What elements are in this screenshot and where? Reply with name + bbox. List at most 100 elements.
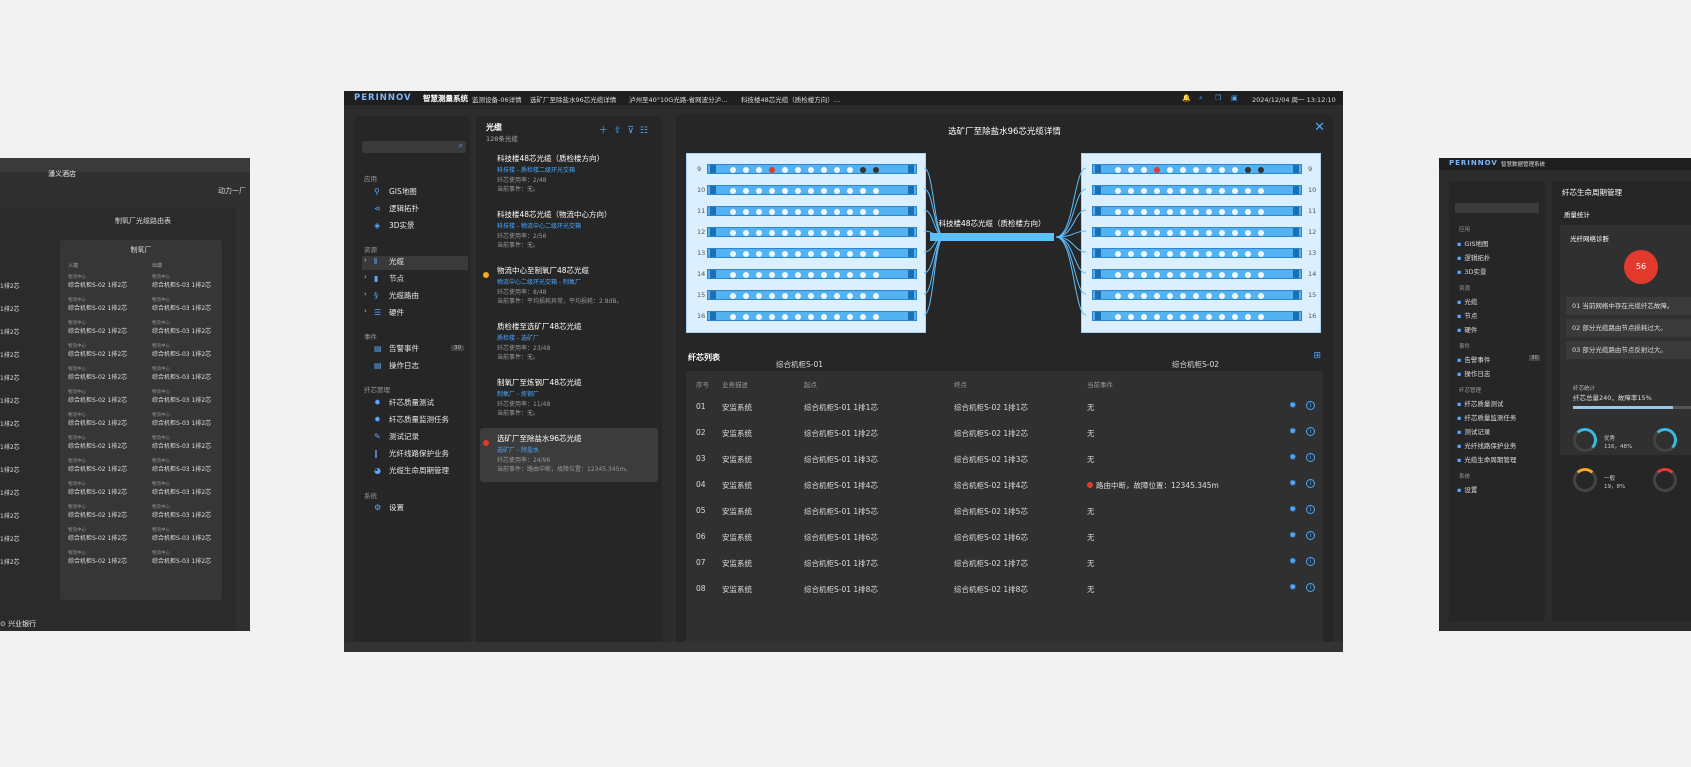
right-nav-item[interactable]: ▪ 操作日志 xyxy=(1457,368,1490,378)
fiber-port[interactable] xyxy=(1193,167,1199,173)
fiber-port[interactable] xyxy=(873,272,879,278)
fiber-port[interactable] xyxy=(1232,272,1238,278)
fiber-port[interactable] xyxy=(1245,188,1251,194)
fiber-port[interactable] xyxy=(756,314,762,320)
fiber-port[interactable] xyxy=(1258,272,1264,278)
fiber-port[interactable] xyxy=(834,251,840,257)
fiber-port[interactable] xyxy=(1258,251,1264,257)
fiber-port[interactable] xyxy=(1167,251,1173,257)
fiber-port[interactable] xyxy=(834,230,840,236)
right-nav-item[interactable]: ▪ 逻辑拓扑 xyxy=(1457,252,1490,262)
fiber-port[interactable] xyxy=(860,167,866,173)
cable-list-item[interactable]: 质检楼至选矿厂48芯光缆 质检楼 - 选矿厂 纤芯使用率：23/48 当前事件：… xyxy=(480,316,658,370)
fiber-port[interactable] xyxy=(756,272,762,278)
info-icon[interactable]: i xyxy=(1306,479,1315,488)
add-icon[interactable]: ＋ xyxy=(599,126,614,136)
list-icon[interactable]: ☷ xyxy=(640,126,654,136)
fiber-port[interactable] xyxy=(1206,230,1212,236)
fiber-port[interactable] xyxy=(795,293,801,299)
fiber-port[interactable] xyxy=(730,167,736,173)
right-nav-item[interactable]: ▪ 纤芯质量测试 xyxy=(1457,398,1503,408)
fiber-port[interactable] xyxy=(1206,188,1212,194)
nav-item-route[interactable]: › § 光缆路由 xyxy=(362,290,468,304)
fiber-port[interactable] xyxy=(821,167,827,173)
fiber-port[interactable] xyxy=(1180,230,1186,236)
fiber-port[interactable] xyxy=(1115,251,1121,257)
fiber-port[interactable] xyxy=(782,293,788,299)
windows-icon[interactable]: ❐ xyxy=(1215,94,1221,102)
fiber-port[interactable] xyxy=(1258,230,1264,236)
locate-icon[interactable]: ✹ xyxy=(1289,453,1297,463)
info-icon[interactable]: i xyxy=(1306,583,1315,592)
fiber-port[interactable] xyxy=(1128,251,1134,257)
fiber-port[interactable] xyxy=(1232,230,1238,236)
tab-tech-building-cable[interactable]: 科技楼48芯光缆（质检楼方向）… xyxy=(741,94,840,104)
fiber-port[interactable] xyxy=(1245,314,1251,320)
fiber-port[interactable] xyxy=(795,188,801,194)
tab-device-detail[interactable]: 监测设备-06详情 xyxy=(472,94,522,104)
fiber-port[interactable] xyxy=(730,272,736,278)
nav-item-settings[interactable]: ⚙ 设置 xyxy=(362,502,468,516)
fiber-port[interactable] xyxy=(1167,293,1173,299)
locate-icon[interactable]: ✹ xyxy=(1289,427,1297,437)
fiber-port[interactable] xyxy=(1115,314,1121,320)
fiber-port[interactable] xyxy=(795,251,801,257)
right-nav-item[interactable]: ▪ 告警事件 xyxy=(1457,354,1490,364)
fiber-port[interactable] xyxy=(821,272,827,278)
cable-list-item[interactable]: 科技楼48芯光缆（质检楼方向） 科技楼 - 质检楼二级环光交箱 纤芯使用率：2/… xyxy=(480,148,658,202)
fiber-port[interactable] xyxy=(1258,188,1264,194)
fiber-port[interactable] xyxy=(1219,314,1225,320)
fiber-port[interactable] xyxy=(1219,167,1225,173)
table-row[interactable]: 08 安监系统 综合机柜S-01 1排8芯 综合机柜S-02 1排8芯 无 ✹ … xyxy=(686,575,1323,602)
fiber-port[interactable] xyxy=(1115,230,1121,236)
fiber-port[interactable] xyxy=(782,167,788,173)
fiber-port[interactable] xyxy=(743,293,749,299)
table-row[interactable]: 03 安监系统 综合机柜S-01 1排3芯 综合机柜S-02 1排3芯 无 ✹ … xyxy=(686,445,1323,472)
fiber-port[interactable] xyxy=(1206,209,1212,215)
fiber-port[interactable] xyxy=(1141,314,1147,320)
fiber-port[interactable] xyxy=(821,230,827,236)
fiber-port[interactable] xyxy=(795,314,801,320)
fiber-port[interactable] xyxy=(821,251,827,257)
nav-item-fiber-test[interactable]: ✹ 纤芯质量测试 xyxy=(362,397,468,411)
locate-icon[interactable]: ✹ xyxy=(1289,557,1297,567)
fiber-port[interactable] xyxy=(756,209,762,215)
fiber-port[interactable] xyxy=(756,230,762,236)
fiber-port[interactable] xyxy=(1167,230,1173,236)
fiber-port[interactable] xyxy=(1167,272,1173,278)
fiber-port[interactable] xyxy=(847,251,853,257)
fiber-port[interactable] xyxy=(1245,167,1251,173)
fiber-port[interactable] xyxy=(1180,293,1186,299)
right-nav-item[interactable]: ▪ 测试记录 xyxy=(1457,426,1490,436)
fiber-port[interactable] xyxy=(756,167,762,173)
fiber-port[interactable] xyxy=(1154,251,1160,257)
nav-item-alarms[interactable]: ▤ 告警事件 30 xyxy=(362,343,468,357)
fiber-port[interactable] xyxy=(1128,272,1134,278)
fiber-port[interactable] xyxy=(1180,167,1186,173)
fiber-port[interactable] xyxy=(782,209,788,215)
nav-item-3d[interactable]: ◈ 3D实景 xyxy=(362,220,468,234)
fiber-port[interactable] xyxy=(1167,188,1173,194)
fiber-port[interactable] xyxy=(1180,188,1186,194)
cable-list-item[interactable]: 制氧厂至炼钢厂48芯光缆 制氧厂 - 炼钢厂 纤芯使用率：11/48 当前事件：… xyxy=(480,372,658,426)
fiber-port[interactable] xyxy=(1154,314,1160,320)
table-row[interactable]: 02 安监系统 综合机柜S-01 1排2芯 综合机柜S-02 1排2芯 无 ✹ … xyxy=(686,419,1323,446)
fiber-port[interactable] xyxy=(730,188,736,194)
fiber-port[interactable] xyxy=(795,230,801,236)
fiber-port[interactable] xyxy=(808,209,814,215)
fiber-port[interactable] xyxy=(743,230,749,236)
fiber-port[interactable] xyxy=(756,293,762,299)
nav-item-fiber-task[interactable]: ✹ 纤芯质量监测任务 xyxy=(362,414,468,428)
fiber-port[interactable] xyxy=(1141,272,1147,278)
fiber-port[interactable] xyxy=(1193,293,1199,299)
fiber-port[interactable] xyxy=(1219,272,1225,278)
fiber-port[interactable] xyxy=(821,188,827,194)
locate-icon[interactable]: ✹ xyxy=(1289,479,1297,489)
export-icon[interactable]: ⇪ xyxy=(614,126,628,136)
fiber-port[interactable] xyxy=(1154,167,1160,173)
fiber-port[interactable] xyxy=(769,209,775,215)
fiber-port[interactable] xyxy=(769,251,775,257)
fiber-port[interactable] xyxy=(1167,167,1173,173)
fiber-port[interactable] xyxy=(1115,167,1121,173)
right-nav-item[interactable]: ▪ 设置 xyxy=(1457,484,1477,494)
